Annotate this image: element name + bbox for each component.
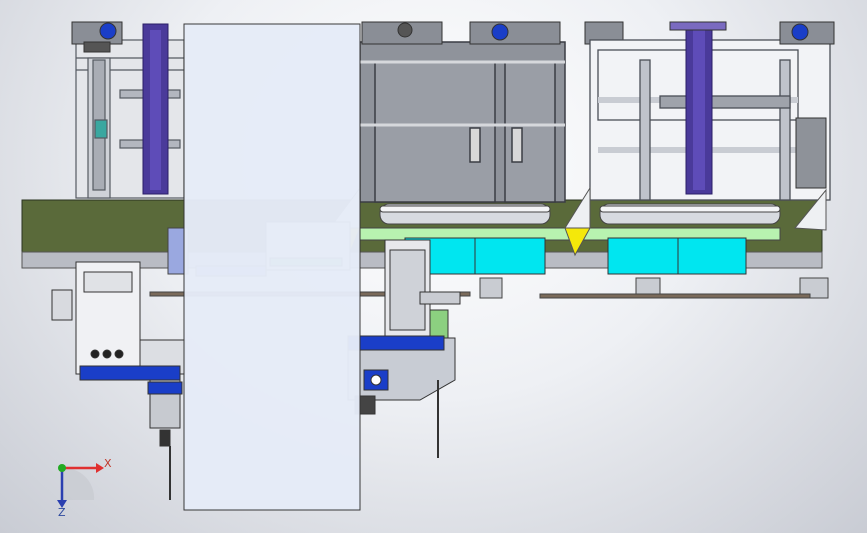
x-axis-label: X bbox=[104, 457, 112, 470]
machine-drawing: X Z bbox=[21, 21, 835, 519]
top-fittings-center bbox=[361, 21, 624, 45]
left-cabinet bbox=[51, 261, 186, 381]
cad-viewport[interactable]: X Z bbox=[0, 0, 867, 533]
transparent-panel bbox=[183, 23, 361, 511]
coordinate-triad: X Z bbox=[57, 457, 112, 519]
left-spindle bbox=[147, 379, 183, 500]
z-axis-label: Z bbox=[58, 506, 66, 519]
right-gearmotor bbox=[795, 117, 827, 189]
center-frame bbox=[359, 41, 566, 203]
